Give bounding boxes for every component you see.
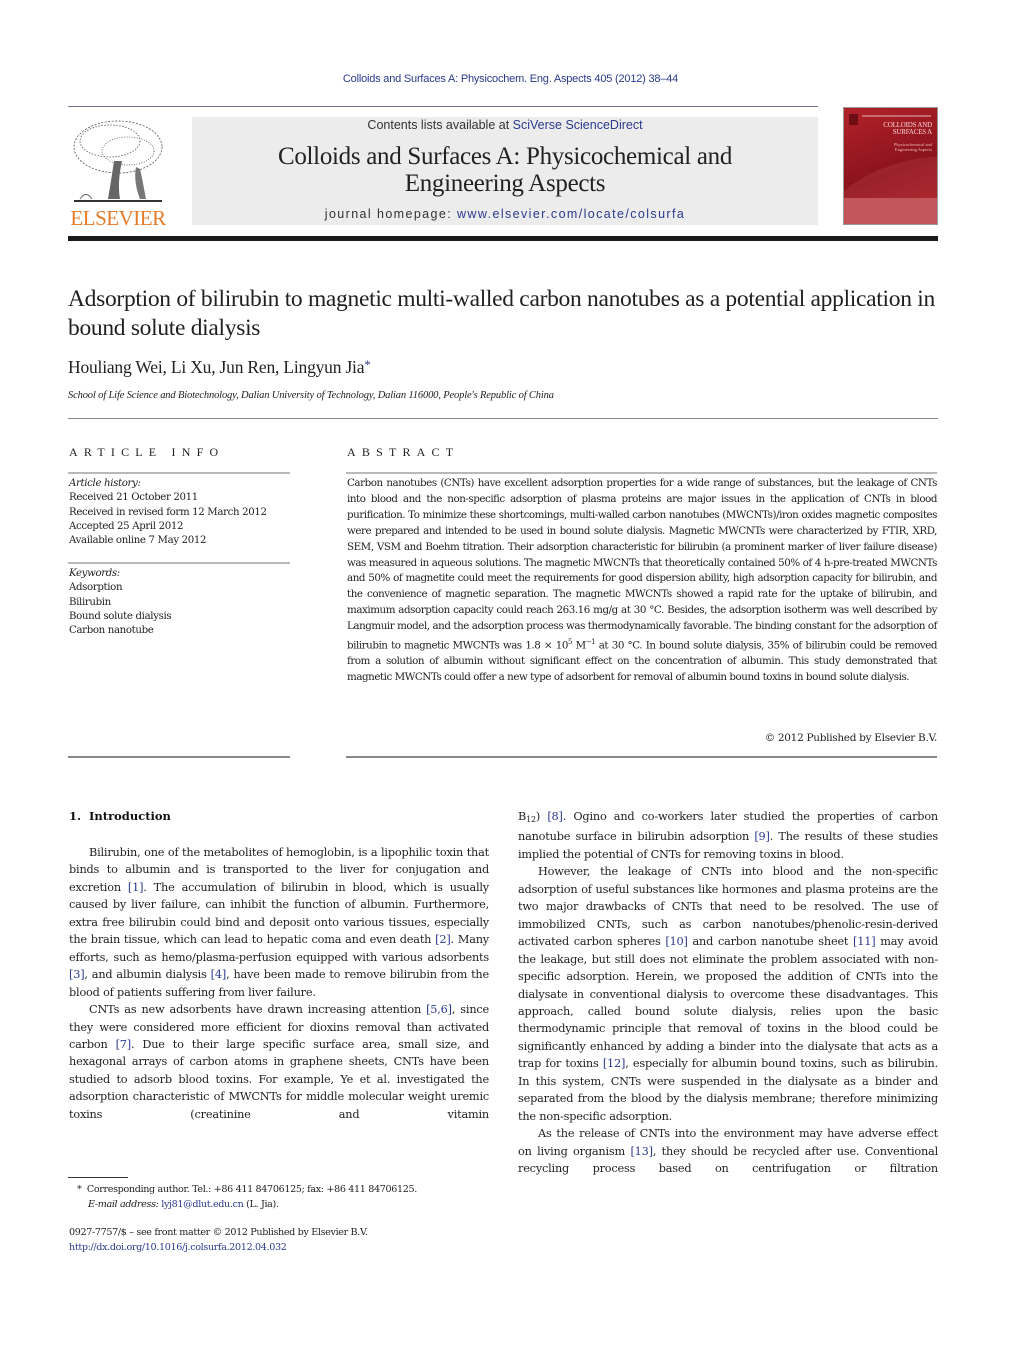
footnote-mark: * (77, 1184, 82, 1195)
cover-topline (862, 115, 931, 117)
cover-sub-line-2: Engineering Aspects (894, 147, 932, 152)
citation-link[interactable]: [8] (547, 810, 563, 823)
cover-elsevier-logo (849, 114, 858, 125)
elsevier-tree-icon (73, 120, 163, 202)
text-run: may avoid the leakage, but still does no… (518, 935, 938, 1071)
section-number: 1. (69, 809, 82, 823)
abstract-copyright: © 2012 Published by Elsevier B.V. (764, 732, 938, 744)
citation-link[interactable]: [9] (754, 830, 770, 843)
keyword: Adsorption (69, 582, 123, 594)
history-item: Available online 7 May 2012 (69, 535, 207, 547)
corresponding-author-footnote: * Corresponding author. Tel.: +86 411 84… (77, 1182, 417, 1212)
keywords-label: Keywords: (69, 568, 120, 579)
body-column-right: B12) [8]. Ogino and co-workers later stu… (518, 808, 938, 1178)
keyword: Bound solute dialysis (69, 610, 172, 622)
paragraph: B12) [8]. Ogino and co-workers later stu… (518, 808, 938, 863)
citation-link[interactable]: [5,6] (426, 1003, 452, 1016)
paragraph: Bilirubin, one of the metabolites of hem… (69, 844, 489, 1001)
homepage-line: journal homepage: www.elsevier.com/locat… (192, 207, 818, 221)
doi-link[interactable]: http://dx.doi.org/10.1016/j.colsurfa.201… (69, 1242, 287, 1253)
running-header: Colloids and Surfaces A: Physicochem. En… (0, 73, 1021, 85)
affiliation: School of Life Science and Biotechnology… (68, 390, 554, 401)
corresponding-author-mark[interactable]: * (364, 357, 371, 372)
citation-link[interactable]: [4] (211, 968, 227, 981)
top-divider (68, 106, 818, 107)
citation-link[interactable]: [1] (128, 881, 144, 894)
sciencedirect-link[interactable]: SciVerse ScienceDirect (513, 118, 643, 132)
email-suffix: (L. Jia). (243, 1199, 279, 1210)
paragraph: CNTs as new adsorbents have drawn increa… (69, 1001, 489, 1123)
abstract-part-1: Carbon nanotubes (CNTs) have excellent a… (347, 477, 937, 652)
contact-info: Corresponding author. Tel.: +86 411 8470… (86, 1184, 417, 1195)
title-divider (68, 418, 938, 419)
journal-title: Colloids and Surfaces A: Physicochemical… (192, 143, 818, 197)
article-history: Article history: Received 21 October 201… (69, 477, 267, 548)
binding-constant: 1.8 × 10 (525, 639, 568, 652)
cover-title: COLLOIDS AND SURFACES A (883, 122, 932, 136)
text-run: , and albumin dialysis (84, 968, 211, 982)
cover-band (844, 198, 937, 224)
keywords: Keywords: Adsorption Bilirubin Bound sol… (69, 567, 172, 638)
section-heading-introduction: 1. Introduction (69, 809, 171, 823)
citation-link[interactable]: [3] (69, 968, 85, 981)
binding-unit: M (572, 639, 587, 652)
journal-citation[interactable]: Colloids and Surfaces A: Physicochem. En… (343, 73, 678, 85)
email-link[interactable]: lyj81@dlut.edu.cn (161, 1199, 244, 1210)
article-info-heading: ARTICLE INFO (69, 445, 225, 459)
cover-subtitle: Physicochemical and Engineering Aspects (894, 142, 932, 152)
paragraph: As the release of CNTs into the environm… (518, 1125, 938, 1177)
contents-line: Contents lists available at SciVerse Sci… (192, 118, 818, 132)
issn-line: 0927-7757/$ – see front matter © 2012 Pu… (69, 1227, 368, 1238)
text-run: CNTs as new adsorbents have drawn increa… (89, 1003, 427, 1017)
citation-link[interactable]: [7] (116, 1038, 132, 1051)
abstract-bottom-divider (346, 756, 937, 758)
citation-link[interactable]: [10] (665, 935, 688, 948)
elsevier-logo[interactable]: ELSEVIER (68, 117, 168, 230)
history-item: Received 21 October 2011 (69, 492, 198, 504)
cover-title-line-2: SURFACES A (892, 128, 933, 136)
journal-title-line-2: Engineering Aspects (404, 170, 606, 197)
email-label: E-mail address: (88, 1199, 159, 1210)
author-list: Houliang Wei, Li Xu, Jun Ren, Lingyun Ji… (68, 357, 371, 378)
elsevier-wordmark: ELSEVIER (70, 206, 166, 230)
article-info-divider (68, 472, 290, 474)
body-column-left: Bilirubin, one of the metabolites of hem… (69, 844, 489, 1123)
binding-unit-exponent: −1 (585, 638, 596, 647)
subscript: 12 (526, 815, 536, 824)
journal-title-line-1: Colloids and Surfaces A: Physicochemical… (277, 143, 733, 170)
citation-link[interactable]: [2] (435, 933, 451, 946)
contents-prefix: Contents lists available at (367, 118, 513, 132)
text-run: and carbon nanotube sheet (687, 935, 854, 949)
keywords-divider (68, 562, 290, 564)
homepage-prefix: journal homepage: (324, 207, 457, 221)
abstract-divider (346, 472, 937, 474)
text-run: . Due to their large specific surface ar… (69, 1037, 489, 1121)
doi-line: http://dx.doi.org/10.1016/j.colsurfa.201… (69, 1240, 287, 1255)
history-item: Received in revised form 12 March 2012 (69, 506, 267, 518)
keyword: Carbon nanotube (69, 625, 154, 637)
article-info-bottom-divider (68, 756, 290, 758)
text-run: B (518, 810, 527, 823)
header-thick-divider (68, 236, 938, 241)
footnote-divider (68, 1177, 128, 1178)
citation-link[interactable]: [12] (603, 1057, 626, 1070)
authors-text: Houliang Wei, Li Xu, Jun Ren, Lingyun Ji… (68, 357, 365, 377)
text-run: ) (535, 810, 548, 823)
keyword: Bilirubin (69, 596, 111, 608)
section-title: Introduction (89, 809, 171, 823)
history-item: Accepted 25 April 2012 (69, 520, 184, 532)
journal-homepage-link[interactable]: www.elsevier.com/locate/colsurfa (457, 207, 685, 221)
article-title: Adsorption of bilirubin to magnetic mult… (68, 286, 935, 341)
paragraph: However, the leakage of CNTs into blood … (518, 863, 938, 1125)
journal-masthead: Contents lists available at SciVerse Sci… (192, 117, 818, 225)
history-label: Article history: (69, 478, 141, 489)
abstract-heading: ABSTRACT (347, 445, 460, 459)
citation-link[interactable]: [11] (853, 935, 876, 948)
journal-cover-image[interactable]: COLLOIDS AND SURFACES A Physicochemical … (843, 107, 938, 225)
abstract-text: Carbon nanotubes (CNTs) have excellent a… (347, 476, 937, 686)
citation-link[interactable]: [13] (630, 1145, 653, 1158)
